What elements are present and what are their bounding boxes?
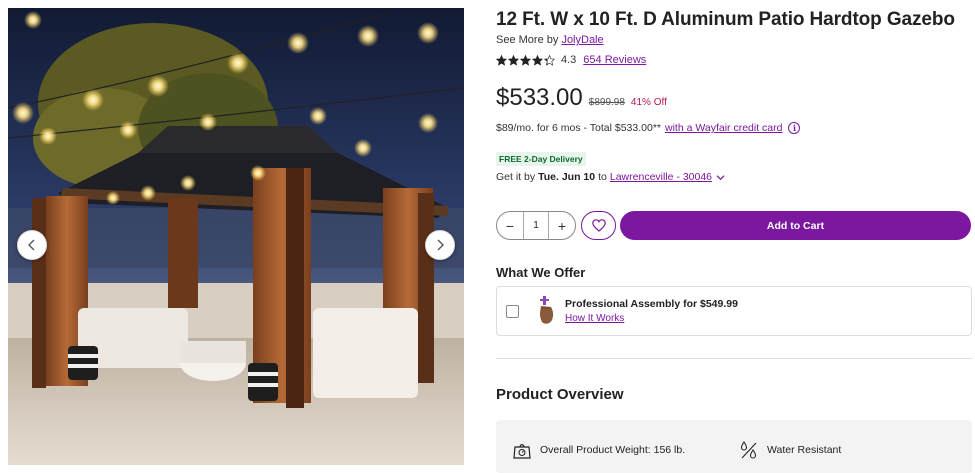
star-icon xyxy=(508,54,519,66)
free-delivery-badge: FREE 2-Day Delivery xyxy=(496,152,586,166)
star-icon xyxy=(520,54,531,66)
star-rating xyxy=(496,54,555,66)
star-icon xyxy=(532,54,543,66)
weight-spec: Overall Product Weight: 156 lb. xyxy=(512,440,685,460)
delivery-estimate: Get it by Tue. Jun 10 to Lawrenceville -… xyxy=(496,171,725,183)
product-overview-heading: Product Overview xyxy=(496,386,624,403)
decrease-quantity-button[interactable]: − xyxy=(497,212,523,239)
see-more-by: See More by JolyDale xyxy=(496,34,604,46)
product-image-gallery xyxy=(8,8,464,465)
star-icon xyxy=(544,54,555,66)
delivery-to: to xyxy=(598,171,607,183)
assembly-offer-card: Professional Assembly for $549.99 How It… xyxy=(496,286,972,336)
financing-row: $89/mo. for 6 mos - Total $533.00** with… xyxy=(496,122,801,134)
scale-icon xyxy=(513,444,531,459)
quantity-input[interactable]: 1 xyxy=(523,212,549,239)
assembly-checkbox[interactable] xyxy=(506,304,519,318)
chevron-left-icon xyxy=(28,239,35,251)
assembly-label: Professional Assembly for $549.99 xyxy=(565,298,738,310)
rating-value: 4.3 xyxy=(561,54,577,66)
delivery-prefix: Get it by xyxy=(496,171,536,183)
location-link[interactable]: Lawrenceville - 30046 xyxy=(610,171,712,183)
section-divider xyxy=(496,358,972,359)
sale-price: $533.00 xyxy=(496,84,583,111)
next-image-button[interactable] xyxy=(425,230,455,260)
add-to-cart-button[interactable]: Add to Cart xyxy=(620,211,971,240)
water-drops-icon xyxy=(740,441,757,459)
product-overview-specs: Overall Product Weight: 156 lb. Water Re… xyxy=(496,420,972,473)
star-icon xyxy=(496,54,507,66)
price-row: $533.00 $899.98 41% Off xyxy=(496,84,667,112)
product-title: 12 Ft. W x 10 Ft. D Aluminum Patio Hardt… xyxy=(496,9,955,30)
financing-text: $89/mo. for 6 mos - Total $533.00** xyxy=(496,122,661,134)
water-resistant-spec: Water Resistant xyxy=(739,440,841,460)
delivery-date: Tue. Jun 10 xyxy=(538,171,596,183)
favorite-button[interactable] xyxy=(581,211,616,240)
increase-quantity-button[interactable]: + xyxy=(549,212,575,239)
info-icon[interactable]: i xyxy=(788,122,801,134)
how-it-works-link[interactable]: How It Works xyxy=(565,313,738,324)
credit-card-link[interactable]: with a Wayfair credit card xyxy=(665,122,782,134)
see-more-prefix: See More by xyxy=(496,34,559,46)
chevron-down-icon[interactable] xyxy=(716,173,725,182)
water-resistant-label: Water Resistant xyxy=(767,444,842,456)
quantity-stepper: − 1 + xyxy=(496,211,576,240)
heart-icon xyxy=(591,219,606,232)
original-price: $899.98 xyxy=(588,97,625,108)
chevron-right-icon xyxy=(437,239,444,251)
rating-row: 4.3 654 Reviews xyxy=(496,54,646,66)
brand-link[interactable]: JolyDale xyxy=(561,34,603,46)
reviews-link[interactable]: 654 Reviews xyxy=(583,54,646,66)
what-we-offer-heading: What We Offer xyxy=(496,265,586,280)
previous-image-button[interactable] xyxy=(17,230,47,260)
weight-value: Overall Product Weight: 156 lb. xyxy=(540,444,686,456)
assembly-text: Professional Assembly for $549.99 How It… xyxy=(565,298,738,324)
assembly-hand-icon xyxy=(540,296,554,324)
discount-badge: 41% Off xyxy=(630,97,667,108)
product-image xyxy=(8,8,464,465)
